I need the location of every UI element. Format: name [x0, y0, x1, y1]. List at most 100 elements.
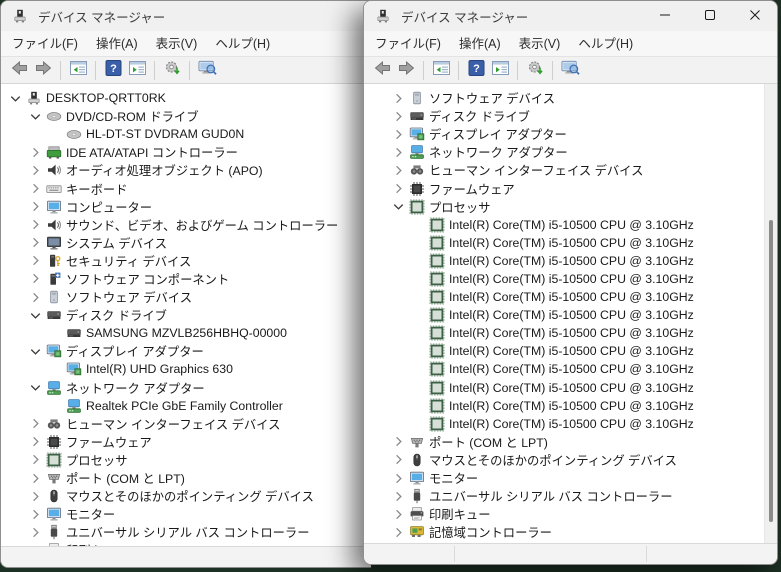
chevron-right-icon[interactable] — [391, 181, 406, 196]
chevron-right-icon[interactable] — [391, 127, 406, 142]
tree-item[interactable]: マウスとそのほかのポインティング デバイス — [1, 487, 371, 505]
chevron-right-icon[interactable] — [391, 145, 406, 160]
chevron-right-icon[interactable] — [391, 489, 406, 504]
chevron-right-icon[interactable] — [391, 163, 406, 178]
tree-item[interactable]: ヒューマン インターフェイス デバイス — [364, 161, 777, 179]
tree-item[interactable]: Intel(R) Core(TM) i5-10500 CPU @ 3.10GHz — [364, 342, 777, 360]
menu-item-file[interactable]: ファイル(F) — [3, 32, 87, 56]
tree-item[interactable]: ソフトウェア デバイス — [1, 288, 371, 306]
tree-item[interactable]: ユニバーサル シリアル バス コントローラー — [364, 487, 777, 505]
tree-item[interactable]: ファームウェア — [1, 433, 371, 451]
chevron-right-icon[interactable] — [28, 416, 43, 431]
tree-item[interactable]: プロセッサ — [364, 198, 777, 216]
scan-hardware-button[interactable] — [160, 59, 184, 81]
chevron-right-icon[interactable] — [391, 91, 406, 106]
tree-item[interactable]: DESKTOP-QRTT0RK — [1, 89, 371, 107]
chevron-right-icon[interactable] — [28, 525, 43, 540]
tree-item[interactable]: ディスク ドライブ — [364, 107, 777, 125]
help-button[interactable]: ? — [464, 59, 488, 81]
tree-item[interactable]: Intel(R) Core(TM) i5-10500 CPU @ 3.10GHz — [364, 379, 777, 397]
forward-button[interactable] — [394, 59, 418, 81]
device-search-button[interactable] — [558, 59, 582, 81]
tree-item[interactable]: HL-DT-ST DVDRAM GUD0N — [1, 125, 371, 143]
forward-button[interactable] — [31, 59, 55, 81]
tree-item[interactable]: ヒューマン インターフェイス デバイス — [1, 415, 371, 433]
tree-item[interactable]: ポート (COM と LPT) — [364, 433, 777, 451]
chevron-right-icon[interactable] — [391, 434, 406, 449]
console-tree-button[interactable] — [66, 59, 90, 81]
tree-item[interactable]: キーボード — [1, 179, 371, 197]
chevron-down-icon[interactable] — [28, 109, 43, 124]
chevron-right-icon[interactable] — [28, 452, 43, 467]
menu-item-view[interactable]: 表示(V) — [510, 32, 570, 56]
tree-item[interactable]: DVD/CD-ROM ドライブ — [1, 107, 371, 125]
scrollbar-thumb[interactable] — [769, 220, 773, 522]
tree-item[interactable]: セキュリティ デバイス — [1, 252, 371, 270]
tree-item[interactable]: ユニバーサル シリアル バス コントローラー — [1, 523, 371, 541]
chevron-right-icon[interactable] — [391, 109, 406, 124]
tree-item[interactable]: サウンド、ビデオ、およびゲーム コントローラー — [1, 216, 371, 234]
titlebar[interactable]: デバイス マネージャー — [1, 1, 371, 31]
chevron-right-icon[interactable] — [28, 217, 43, 232]
tree-item[interactable]: Intel(R) Core(TM) i5-10500 CPU @ 3.10GHz — [364, 324, 777, 342]
tree-item[interactable]: ディスプレイ アダプター — [364, 125, 777, 143]
close-button[interactable] — [732, 1, 777, 31]
tree-item[interactable]: ディスプレイ アダプター — [1, 342, 371, 360]
chevron-right-icon[interactable] — [28, 290, 43, 305]
chevron-right-icon[interactable] — [28, 507, 43, 522]
tree-item[interactable]: Intel(R) Core(TM) i5-10500 CPU @ 3.10GHz — [364, 397, 777, 415]
menu-item-action[interactable]: 操作(A) — [450, 32, 510, 56]
chevron-right-icon[interactable] — [28, 271, 43, 286]
tree-item[interactable]: モニター — [364, 469, 777, 487]
tree-item[interactable]: ディスク ドライブ — [1, 306, 371, 324]
tree-item[interactable]: マウスとそのほかのポインティング デバイス — [364, 451, 777, 469]
chevron-right-icon[interactable] — [28, 181, 43, 196]
chevron-right-icon[interactable] — [28, 163, 43, 178]
chevron-right-icon[interactable] — [391, 452, 406, 467]
minimize-button[interactable] — [642, 1, 687, 31]
chevron-right-icon[interactable] — [391, 471, 406, 486]
menu-item-file[interactable]: ファイル(F) — [366, 32, 450, 56]
menu-item-help[interactable]: ヘルプ(H) — [569, 32, 642, 56]
chevron-right-icon[interactable] — [28, 471, 43, 486]
scan-hardware-button[interactable] — [523, 59, 547, 81]
tree-item[interactable]: ファームウェア — [364, 179, 777, 197]
properties-button[interactable] — [125, 59, 149, 81]
menu-item-action[interactable]: 操作(A) — [87, 32, 147, 56]
menu-item-view[interactable]: 表示(V) — [147, 32, 207, 56]
tree-item[interactable]: コンピューター — [1, 198, 371, 216]
tree-item[interactable]: Intel(R) Core(TM) i5-10500 CPU @ 3.10GHz — [364, 252, 777, 270]
chevron-right-icon[interactable] — [28, 199, 43, 214]
tree-item[interactable]: ネットワーク アダプター — [1, 379, 371, 397]
tree-item[interactable]: Intel(R) Core(TM) i5-10500 CPU @ 3.10GHz — [364, 270, 777, 288]
tree-item[interactable]: Intel(R) Core(TM) i5-10500 CPU @ 3.10GHz — [364, 360, 777, 378]
chevron-right-icon[interactable] — [28, 235, 43, 250]
tree-item[interactable]: Intel(R) Core(TM) i5-10500 CPU @ 3.10GHz — [364, 415, 777, 433]
tree-item[interactable]: Intel(R) Core(TM) i5-10500 CPU @ 3.10GHz — [364, 288, 777, 306]
chevron-right-icon[interactable] — [391, 525, 406, 540]
tree-item[interactable]: Intel(R) UHD Graphics 630 — [1, 360, 371, 378]
chevron-down-icon[interactable] — [28, 308, 43, 323]
chevron-down-icon[interactable] — [8, 91, 23, 106]
titlebar[interactable]: デバイス マネージャー — [364, 1, 777, 31]
properties-button[interactable] — [488, 59, 512, 81]
tree-item[interactable]: ポート (COM と LPT) — [1, 469, 371, 487]
tree-item[interactable]: ソフトウェア コンポーネント — [1, 270, 371, 288]
tree-item[interactable]: ネットワーク アダプター — [364, 143, 777, 161]
tree-item[interactable]: Intel(R) Core(TM) i5-10500 CPU @ 3.10GHz — [364, 306, 777, 324]
vertical-scrollbar[interactable] — [764, 84, 777, 543]
tree-item[interactable]: SAMSUNG MZVLB256HBHQ-00000 — [1, 324, 371, 342]
help-button[interactable]: ? — [101, 59, 125, 81]
tree-item[interactable]: プロセッサ — [1, 451, 371, 469]
back-button[interactable] — [370, 59, 394, 81]
chevron-right-icon[interactable] — [28, 253, 43, 268]
chevron-down-icon[interactable] — [28, 344, 43, 359]
chevron-down-icon[interactable] — [28, 380, 43, 395]
console-tree-button[interactable] — [429, 59, 453, 81]
tree-item[interactable]: システム デバイス — [1, 234, 371, 252]
tree-item[interactable]: 印刷キュー — [364, 505, 777, 523]
tree-item[interactable]: モニター — [1, 505, 371, 523]
chevron-right-icon[interactable] — [391, 507, 406, 522]
tree-item[interactable]: Intel(R) Core(TM) i5-10500 CPU @ 3.10GHz — [364, 234, 777, 252]
tree-item[interactable]: IDE ATA/ATAPI コントローラー — [1, 143, 371, 161]
